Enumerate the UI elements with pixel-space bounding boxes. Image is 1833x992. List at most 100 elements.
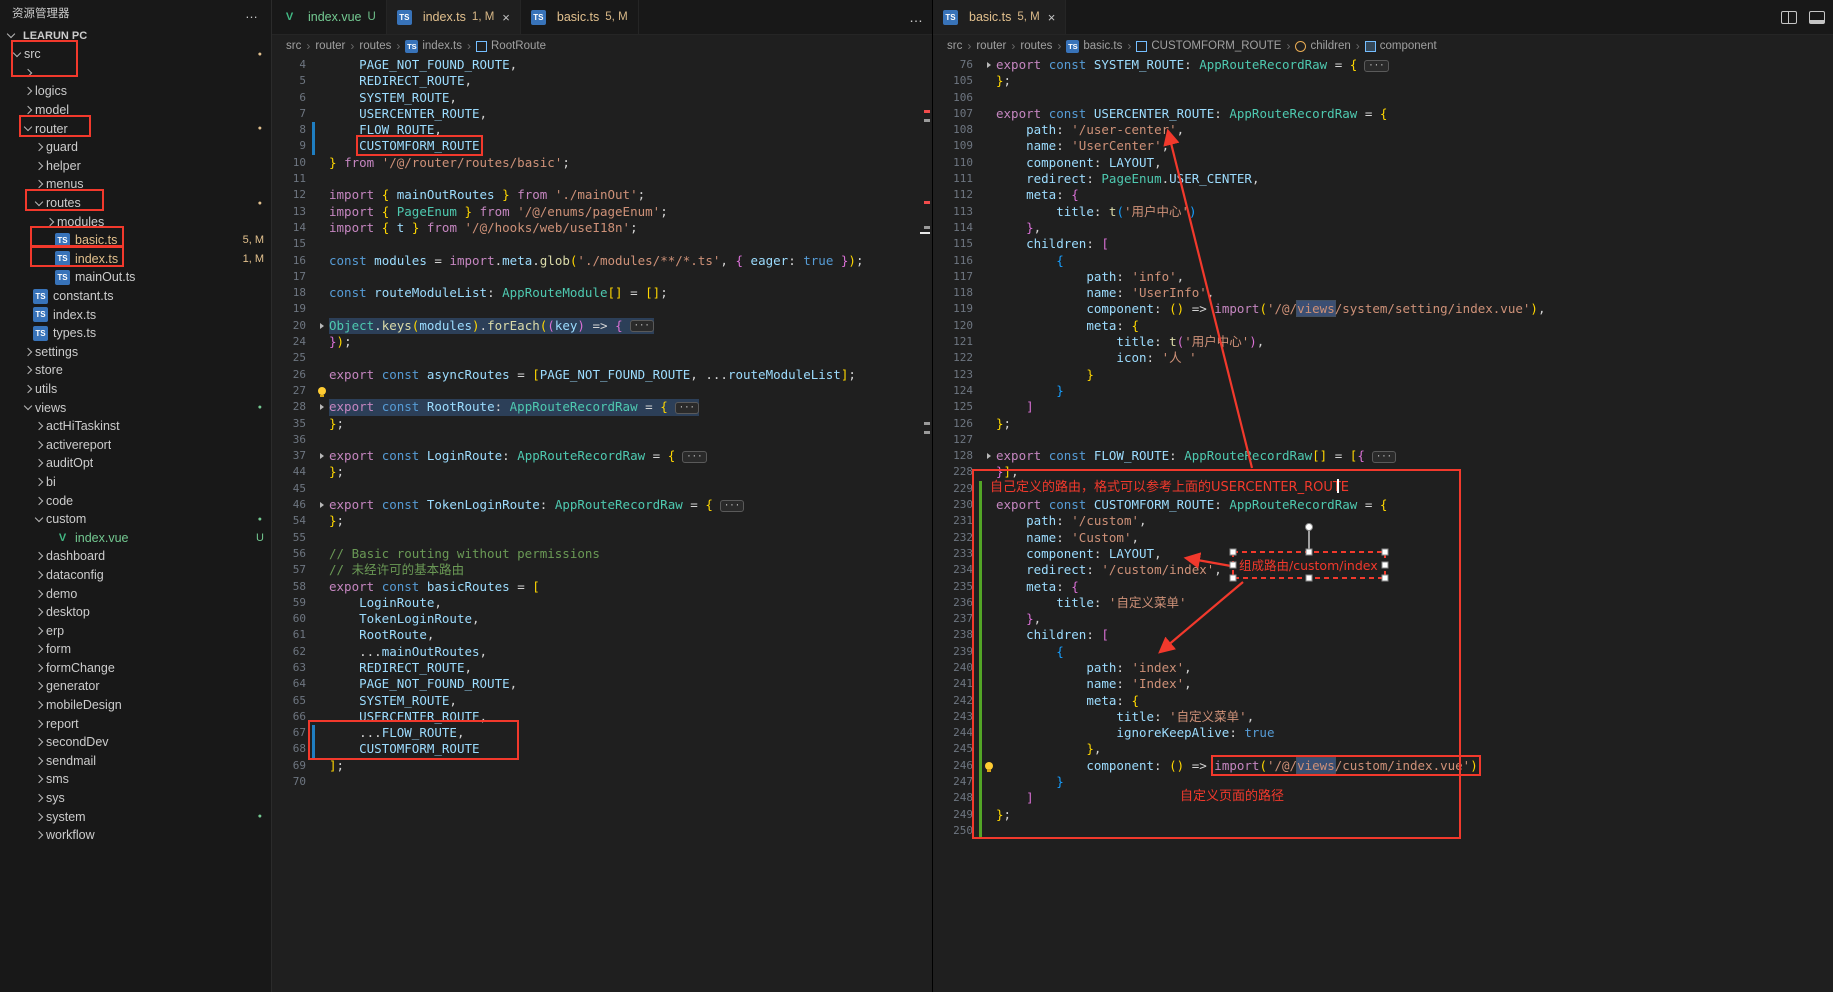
fold-indicator[interactable] <box>315 399 329 415</box>
tree-item-erp[interactable]: erp <box>0 621 271 640</box>
line-number[interactable]: 228 <box>933 464 979 480</box>
code-line-240[interactable]: 240 path: 'index', <box>933 660 1833 676</box>
code-line-59[interactable]: 59 LoginRoute, <box>272 595 932 611</box>
tree-item-hidden[interactable] <box>0 64 271 83</box>
line-number[interactable]: 10 <box>272 155 312 171</box>
line-number[interactable]: 107 <box>933 106 979 122</box>
tree-item-routes[interactable]: routes● <box>0 194 271 213</box>
tree-item-basic.ts[interactable]: TSbasic.ts5, M <box>0 231 271 250</box>
tab-basic.ts[interactable]: TSbasic.ts5, M× <box>933 0 1066 34</box>
code-line-61[interactable]: 61 RootRoute, <box>272 627 932 643</box>
code-line-68[interactable]: 68 CUSTOMFORM_ROUTE <box>272 741 932 757</box>
code-line-229[interactable]: 229 <box>933 481 1833 497</box>
more-actions-icon[interactable]: … <box>909 9 924 25</box>
code-line-16[interactable]: 16const modules = import.meta.glob('./mo… <box>272 253 932 269</box>
code-line-242[interactable]: 242 meta: { <box>933 693 1833 709</box>
line-number[interactable]: 106 <box>933 90 979 106</box>
line-number[interactable]: 7 <box>272 106 312 122</box>
line-number[interactable]: 105 <box>933 73 979 89</box>
line-number[interactable]: 28 <box>272 399 312 415</box>
code-line-65[interactable]: 65 SYSTEM_ROUTE, <box>272 693 932 709</box>
tree-item-form[interactable]: form <box>0 640 271 659</box>
code-line-7[interactable]: 7 USERCENTER_ROUTE, <box>272 106 932 122</box>
code-editor-basic-ts[interactable]: 76export const SYSTEM_ROUTE: AppRouteRec… <box>933 57 1833 839</box>
code-line-117[interactable]: 117 path: 'info', <box>933 269 1833 285</box>
code-line-115[interactable]: 115 children: [ <box>933 236 1833 252</box>
tree-item-menus[interactable]: menus <box>0 175 271 194</box>
tree-item-code[interactable]: code <box>0 491 271 510</box>
line-number[interactable]: 240 <box>933 660 979 676</box>
tree-item-desktop[interactable]: desktop <box>0 603 271 622</box>
line-number[interactable]: 76 <box>933 57 979 73</box>
code-line-230[interactable]: 230export const CUSTOMFORM_ROUTE: AppRou… <box>933 497 1833 513</box>
line-number[interactable]: 113 <box>933 204 979 220</box>
line-number[interactable]: 229 <box>933 481 979 497</box>
line-number[interactable]: 111 <box>933 171 979 187</box>
folded-ellipsis[interactable]: ··· <box>1372 451 1396 463</box>
line-number[interactable]: 56 <box>272 546 312 562</box>
line-number[interactable]: 235 <box>933 579 979 595</box>
code-line-122[interactable]: 122 icon: '人 ' <box>933 350 1833 366</box>
code-line-241[interactable]: 241 name: 'Index', <box>933 676 1833 692</box>
tree-item-types.ts[interactable]: TStypes.ts <box>0 324 271 343</box>
code-line-228[interactable]: 228}]; <box>933 464 1833 480</box>
line-number[interactable]: 243 <box>933 709 979 725</box>
code-line-35[interactable]: 35}; <box>272 416 932 432</box>
tree-item-activereport[interactable]: activereport <box>0 435 271 454</box>
line-number[interactable]: 234 <box>933 562 979 578</box>
line-number[interactable]: 119 <box>933 301 979 317</box>
line-number[interactable]: 15 <box>272 236 312 252</box>
line-number[interactable]: 118 <box>933 285 979 301</box>
code-line-128[interactable]: 128export const FLOW_ROUTE: AppRouteReco… <box>933 448 1833 464</box>
code-line-111[interactable]: 111 redirect: PageEnum.USER_CENTER, <box>933 171 1833 187</box>
code-line-62[interactable]: 62 ...mainOutRoutes, <box>272 644 932 660</box>
code-line-45[interactable]: 45 <box>272 481 932 497</box>
line-number[interactable]: 63 <box>272 660 312 676</box>
code-line-106[interactable]: 106 <box>933 90 1833 106</box>
line-number[interactable]: 242 <box>933 693 979 709</box>
line-number[interactable]: 17 <box>272 269 312 285</box>
code-line-248[interactable]: 248 ] <box>933 790 1833 806</box>
code-line-14[interactable]: 14import { t } from '/@/hooks/web/useI18… <box>272 220 932 236</box>
tree-item-actHiTaskinst[interactable]: actHiTaskinst <box>0 417 271 436</box>
tree-item-demo[interactable]: demo <box>0 584 271 603</box>
line-number[interactable]: 58 <box>272 579 312 595</box>
line-number[interactable]: 108 <box>933 122 979 138</box>
code-line-27[interactable]: 27 <box>272 383 932 399</box>
line-number[interactable]: 55 <box>272 530 312 546</box>
code-line-44[interactable]: 44}; <box>272 464 932 480</box>
breadcrumb-item-basic.ts[interactable]: TSbasic.ts <box>1066 40 1122 53</box>
code-line-19[interactable]: 19 <box>272 301 932 317</box>
code-line-246[interactable]: 246 component: () => import('/@/views/cu… <box>933 758 1833 774</box>
line-number[interactable]: 18 <box>272 285 312 301</box>
tree-item-dashboard[interactable]: dashboard <box>0 547 271 566</box>
tree-item-dataconfig[interactable]: dataconfig <box>0 566 271 585</box>
line-number[interactable]: 237 <box>933 611 979 627</box>
tree-item-index.vue[interactable]: Vindex.vueU <box>0 528 271 547</box>
tree-item-logics[interactable]: logics <box>0 82 271 101</box>
code-line-10[interactable]: 10} from '/@/router/routes/basic'; <box>272 155 932 171</box>
tree-item-utils[interactable]: utils <box>0 380 271 399</box>
line-number[interactable]: 20 <box>272 318 312 334</box>
line-number[interactable]: 70 <box>272 774 312 790</box>
lightbulb-icon[interactable] <box>982 758 996 774</box>
line-number[interactable]: 244 <box>933 725 979 741</box>
code-line-114[interactable]: 114 }, <box>933 220 1833 236</box>
line-number[interactable]: 14 <box>272 220 312 236</box>
code-line-13[interactable]: 13import { PageEnum } from '/@/enums/pag… <box>272 204 932 220</box>
line-number[interactable]: 5 <box>272 73 312 89</box>
breadcrumb-item-src[interactable]: src <box>947 40 962 52</box>
breadcrumb-item-routes[interactable]: routes <box>359 40 391 52</box>
tree-item-store[interactable]: store <box>0 361 271 380</box>
folded-ellipsis[interactable]: ··· <box>1364 60 1388 72</box>
line-number[interactable]: 8 <box>272 122 312 138</box>
line-number[interactable]: 115 <box>933 236 979 252</box>
code-line-11[interactable]: 11 <box>272 171 932 187</box>
line-number[interactable]: 109 <box>933 138 979 154</box>
line-number[interactable]: 36 <box>272 432 312 448</box>
line-number[interactable]: 232 <box>933 530 979 546</box>
explorer-more-icon[interactable]: … <box>245 6 259 21</box>
code-line-108[interactable]: 108 path: '/user-center', <box>933 122 1833 138</box>
line-number[interactable]: 57 <box>272 562 312 578</box>
line-number[interactable]: 69 <box>272 758 312 774</box>
